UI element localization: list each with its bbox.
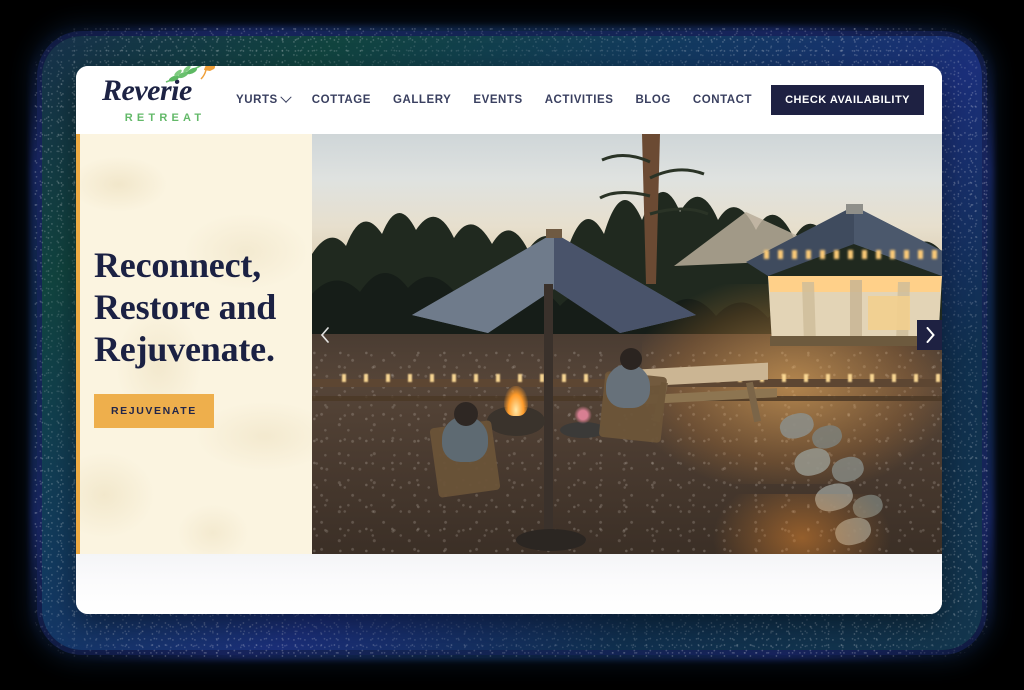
photo-umbrella-base — [516, 529, 586, 551]
main-navigation: YURTS COTTAGE GALLERY EVENTS ACTIVITIES … — [225, 85, 924, 115]
nav-item-blog[interactable]: BLOG — [624, 86, 681, 114]
nav-item-gallery[interactable]: GALLERY — [382, 86, 462, 114]
screenshot-stage: Reverie RETREAT YURTS COTTAGE GALLERY EV… — [0, 0, 1024, 690]
nav-label: YURTS — [236, 94, 278, 106]
photo-campfire-flame — [504, 386, 528, 416]
nav-label: GALLERY — [393, 94, 452, 106]
site-header: Reverie RETREAT YURTS COTTAGE GALLERY EV… — [76, 66, 942, 134]
photo-flower-vase — [574, 406, 592, 424]
nav-label: BLOG — [635, 94, 671, 106]
carousel-prev-button[interactable] — [312, 320, 337, 350]
hero-photo — [312, 134, 942, 554]
photo-glamping-tent — [746, 204, 942, 346]
nav-label: COTTAGE — [311, 94, 371, 106]
hero-text-panel: Reconnect, Restore and Rejuvenate. REJUV… — [76, 134, 312, 554]
photo-fire-glow — [712, 494, 892, 554]
leaf-branch-bird-icon — [165, 66, 216, 83]
photo-guest — [606, 364, 650, 408]
photo-tent-string-lights — [764, 250, 942, 259]
photo-patio-umbrella — [412, 229, 696, 333]
nav-item-contact[interactable]: CONTACT — [682, 86, 763, 114]
hero-section: Reconnect, Restore and Rejuvenate. REJUV… — [76, 134, 942, 554]
nav-label: CONTACT — [692, 94, 753, 106]
nav-label: ACTIVITIES — [544, 94, 614, 106]
hero-accent-strip — [76, 134, 80, 554]
hero-title: Reconnect, Restore and Rejuvenate. — [94, 244, 310, 370]
nav-label: EVENTS — [473, 94, 523, 106]
carousel-next-button[interactable] — [917, 320, 942, 350]
chevron-down-icon — [280, 91, 292, 103]
hero-title-line-3: Rejuvenate. — [94, 329, 275, 370]
photo-umbrella-pole — [544, 284, 553, 544]
nav-item-cottage[interactable]: COTTAGE — [301, 86, 382, 114]
hero-copy: Reconnect, Restore and Rejuvenate. REJUV… — [94, 244, 310, 429]
browser-page-card: Reverie RETREAT YURTS COTTAGE GALLERY EV… — [76, 66, 942, 614]
nav-item-yurts[interactable]: YURTS — [225, 86, 301, 114]
logo-mark: Reverie — [96, 66, 224, 108]
check-availability-button[interactable]: CHECK AVAILABILITY — [771, 85, 924, 115]
chevron-left-icon — [320, 327, 329, 343]
logo-tagline: RETREAT — [124, 112, 206, 124]
rejuvenate-button[interactable]: REJUVENATE — [94, 394, 214, 429]
page-below-fold — [76, 554, 942, 614]
hero-title-line-2: Restore and — [94, 287, 277, 328]
nav-item-events[interactable]: EVENTS — [462, 86, 533, 114]
nav-item-activities[interactable]: ACTIVITIES — [534, 86, 625, 114]
site-logo[interactable]: Reverie RETREAT — [96, 66, 224, 124]
photo-guest-head — [454, 402, 478, 426]
photo-guest-head — [620, 348, 642, 370]
hero-title-line-1: Reconnect, — [94, 245, 261, 285]
chevron-right-icon — [926, 327, 935, 343]
